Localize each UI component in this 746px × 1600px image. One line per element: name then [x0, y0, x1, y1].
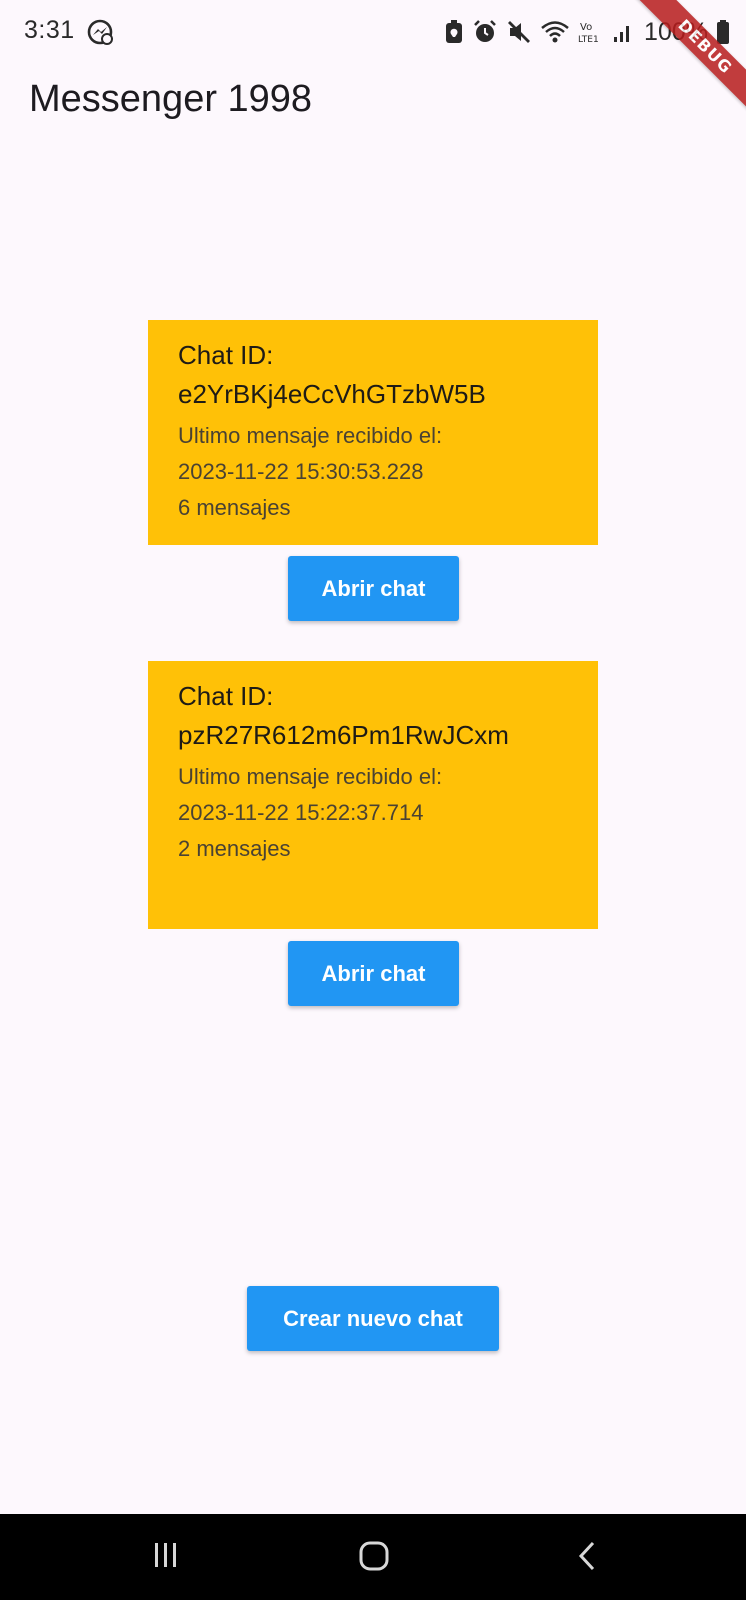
last-message-time: 2023-11-22 15:30:53.228: [178, 459, 424, 484]
open-chat-button[interactable]: Abrir chat: [288, 556, 459, 621]
volte-icon: Vo LTE1: [578, 19, 604, 45]
chat-card: Chat ID: pzR27R612m6Pm1RwJCxm Ultimo men…: [148, 661, 598, 929]
chat-id-label: Chat ID:: [178, 340, 274, 370]
last-message-time: 2023-11-22 15:22:37.714: [178, 800, 424, 825]
chat-id-value: pzR27R612m6Pm1RwJCxm: [178, 720, 509, 750]
system-nav-bar: [0, 1514, 746, 1600]
alarm-icon: [472, 19, 498, 45]
mute-icon: [506, 19, 532, 45]
svg-text:Vo: Vo: [580, 22, 592, 33]
last-message-label: Ultimo mensaje recibido el:: [178, 423, 443, 448]
recents-icon[interactable]: [150, 1540, 182, 1575]
open-chat-button[interactable]: Abrir chat: [288, 941, 459, 1006]
wifi-icon: [540, 19, 570, 45]
signal-icon: [612, 19, 634, 45]
new-chat-button[interactable]: Crear nuevo chat: [247, 1286, 499, 1351]
messenger-icon: [86, 18, 114, 46]
home-icon[interactable]: [358, 1540, 390, 1577]
svg-text:LTE1: LTE1: [578, 35, 599, 45]
message-count: 2 mensajes: [178, 836, 291, 861]
chat-id-value: e2YrBKj4eCcVhGTzbW5B: [178, 379, 486, 409]
status-bar: 3:31 Vo LTE1: [0, 0, 746, 66]
chat-meta: Ultimo mensaje recibido el: 2023-11-22 1…: [178, 759, 568, 867]
chat-id-label: Chat ID:: [178, 681, 274, 711]
last-message-label: Ultimo mensaje recibido el:: [178, 764, 443, 789]
message-count: 6 mensajes: [178, 495, 291, 520]
status-time: 3:31: [24, 16, 75, 44]
chat-meta: Ultimo mensaje recibido el: 2023-11-22 1…: [178, 418, 568, 526]
page-title: Messenger 1998: [29, 78, 313, 120]
battery-saver-icon: [444, 19, 464, 45]
chat-card: Chat ID: e2YrBKj4eCcVhGTzbW5B Ultimo men…: [148, 320, 598, 545]
back-icon[interactable]: [572, 1540, 604, 1577]
